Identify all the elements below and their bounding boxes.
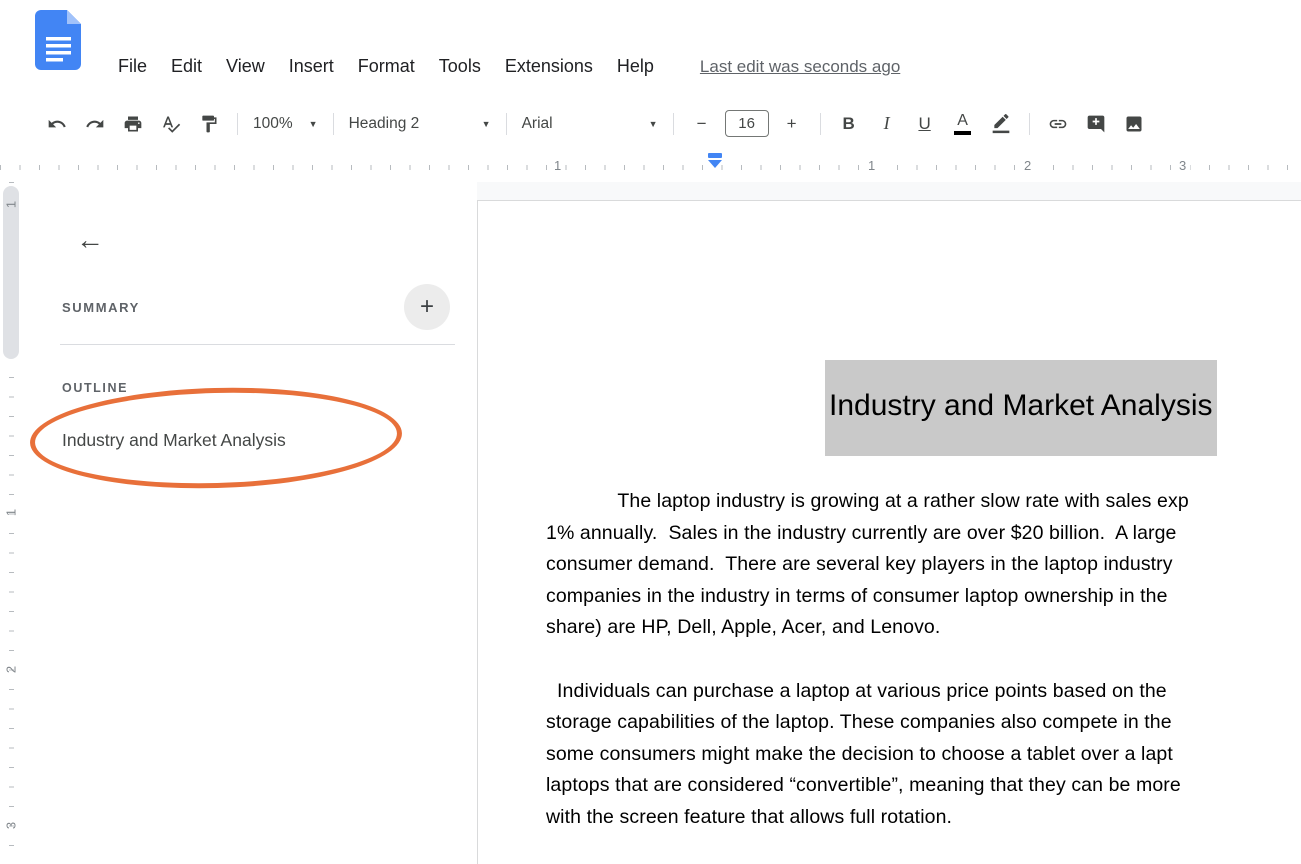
menubar: File Edit View Insert Format Tools Exten…: [0, 0, 1301, 96]
heading-row: Industry and Market Analysis: [546, 360, 1301, 456]
print-button[interactable]: [118, 109, 148, 139]
paint-format-icon: [199, 114, 219, 134]
menu-insert[interactable]: Insert: [277, 51, 346, 82]
indent-marker[interactable]: [708, 153, 722, 168]
document-canvas: Industry and Market Analysis The laptop …: [477, 182, 1301, 864]
paint-format-button[interactable]: [194, 109, 224, 139]
menu-row: File Edit View Insert Format Tools Exten…: [106, 51, 900, 82]
italic-icon: I: [884, 113, 890, 134]
increase-font-size-button[interactable]: +: [777, 109, 807, 139]
menu-edit[interactable]: Edit: [159, 51, 214, 82]
paragraph[interactable]: Individuals can purchase a laptop at var…: [546, 676, 1301, 834]
outline-label: OUTLINE: [62, 381, 128, 395]
text-color-button[interactable]: A: [948, 109, 978, 139]
ruler-number: 3: [1175, 158, 1190, 173]
menu-format[interactable]: Format: [346, 51, 427, 82]
link-icon: [1048, 114, 1068, 134]
toolbar-separator: [820, 113, 821, 135]
plus-icon: +: [420, 293, 434, 321]
print-icon: [123, 114, 143, 134]
add-comment-button[interactable]: [1081, 109, 1111, 139]
toolbar-separator: [673, 113, 674, 135]
chevron-down-icon: ▼: [649, 119, 658, 129]
spellcheck-button[interactable]: [156, 109, 186, 139]
chevron-down-icon: ▼: [482, 119, 491, 129]
undo-icon: [47, 114, 67, 134]
horizontal-ruler: 1 1 2 3: [0, 151, 1301, 182]
bold-button[interactable]: B: [834, 109, 864, 139]
ruler-number: 1: [4, 503, 19, 523]
first-line-indent-icon: [708, 153, 722, 158]
underline-icon: U: [918, 114, 930, 134]
insert-image-button[interactable]: [1119, 109, 1149, 139]
menu-help[interactable]: Help: [605, 51, 666, 82]
insert-link-button[interactable]: [1043, 109, 1073, 139]
left-indent-icon: [708, 160, 722, 168]
panel-divider: [60, 344, 455, 345]
ruler-number: 2: [4, 660, 19, 680]
text-color-icon: A: [954, 113, 971, 135]
font-dropdown[interactable]: Arial ▼: [522, 115, 658, 133]
close-outline-button[interactable]: ←: [76, 226, 104, 254]
toolbar-separator: [237, 113, 238, 135]
document-page[interactable]: Industry and Market Analysis The laptop …: [477, 200, 1301, 864]
paragraph-style-dropdown[interactable]: Heading 2 ▼: [349, 115, 491, 133]
highlighter-icon: [991, 114, 1011, 134]
underline-button[interactable]: U: [910, 109, 940, 139]
comment-icon: [1086, 114, 1106, 134]
summary-label: SUMMARY: [62, 300, 140, 315]
content-area: 1 1 2 3 ← SUMMARY + OUTLINE Industry and…: [0, 182, 1301, 864]
font-size-value: 16: [738, 115, 755, 132]
style-value: Heading 2: [349, 115, 420, 133]
font-value: Arial: [522, 115, 553, 133]
menu-extensions[interactable]: Extensions: [493, 51, 605, 82]
toolbar-separator: [1029, 113, 1030, 135]
zoom-value: 100%: [253, 115, 293, 133]
summary-row: SUMMARY +: [62, 284, 450, 330]
spellcheck-icon: [161, 114, 181, 134]
toolbar-separator: [506, 113, 507, 135]
plus-icon: +: [787, 114, 797, 134]
toolbar: 100% ▼ Heading 2 ▼ Arial ▼ − 16 + B I U …: [0, 96, 1301, 151]
redo-button[interactable]: [80, 109, 110, 139]
add-summary-button[interactable]: +: [404, 284, 450, 330]
image-icon: [1124, 114, 1144, 134]
chevron-down-icon: ▼: [309, 119, 318, 129]
menu-file[interactable]: File: [106, 51, 159, 82]
ruler-number: 3: [4, 816, 19, 836]
decrease-font-size-button[interactable]: −: [687, 109, 717, 139]
paragraph[interactable]: The laptop industry is growing at a rath…: [546, 486, 1301, 644]
menu-view[interactable]: View: [214, 51, 277, 82]
vertical-ruler: 1 1 2 3: [0, 182, 22, 864]
undo-button[interactable]: [42, 109, 72, 139]
ruler-number: 2: [1020, 158, 1035, 173]
toolbar-separator: [333, 113, 334, 135]
document-heading-selected[interactable]: Industry and Market Analysis: [825, 360, 1217, 456]
font-size-input[interactable]: 16: [725, 110, 769, 137]
ruler-number: 1: [550, 158, 565, 173]
docs-logo-icon[interactable]: [33, 10, 85, 70]
bold-icon: B: [842, 114, 854, 134]
last-edit-link[interactable]: Last edit was seconds ago: [700, 57, 900, 77]
minus-icon: −: [697, 114, 707, 134]
outline-item-industry-and-market-analysis[interactable]: Industry and Market Analysis: [62, 430, 286, 451]
zoom-dropdown[interactable]: 100% ▼: [253, 115, 318, 133]
italic-button[interactable]: I: [872, 109, 902, 139]
highlight-color-button[interactable]: [986, 109, 1016, 139]
ruler-number: 1: [864, 158, 879, 173]
redo-icon: [85, 114, 105, 134]
ruler-number: 1: [4, 195, 19, 215]
menu-tools[interactable]: Tools: [427, 51, 493, 82]
outline-panel: ← SUMMARY + OUTLINE Industry and Market …: [22, 182, 477, 864]
